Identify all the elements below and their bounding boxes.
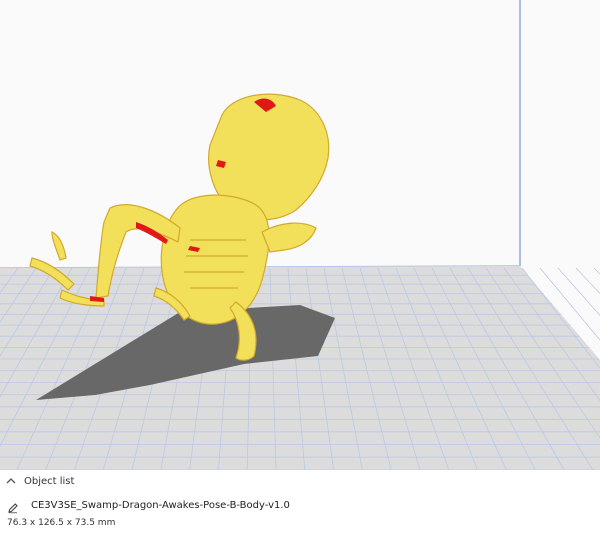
object-list-title: Object list: [24, 475, 75, 487]
object-list-header[interactable]: Object list: [0, 470, 600, 492]
pencil-icon[interactable]: [7, 499, 19, 514]
object-dimensions: 76.3 x 126.5 x 73.5 mm: [7, 518, 116, 528]
3d-viewport[interactable]: [0, 0, 600, 470]
object-list-item[interactable]: CE3V3SE_Swamp-Dragon-Awakes-Pose-B-Body-…: [0, 498, 600, 514]
chevron-up-icon[interactable]: [6, 476, 16, 486]
object-name: CE3V3SE_Swamp-Dragon-Awakes-Pose-B-Body-…: [31, 499, 290, 511]
object-list-panel: Object list CE3V3SE_Swamp-Dragon-Awakes-…: [0, 470, 600, 535]
